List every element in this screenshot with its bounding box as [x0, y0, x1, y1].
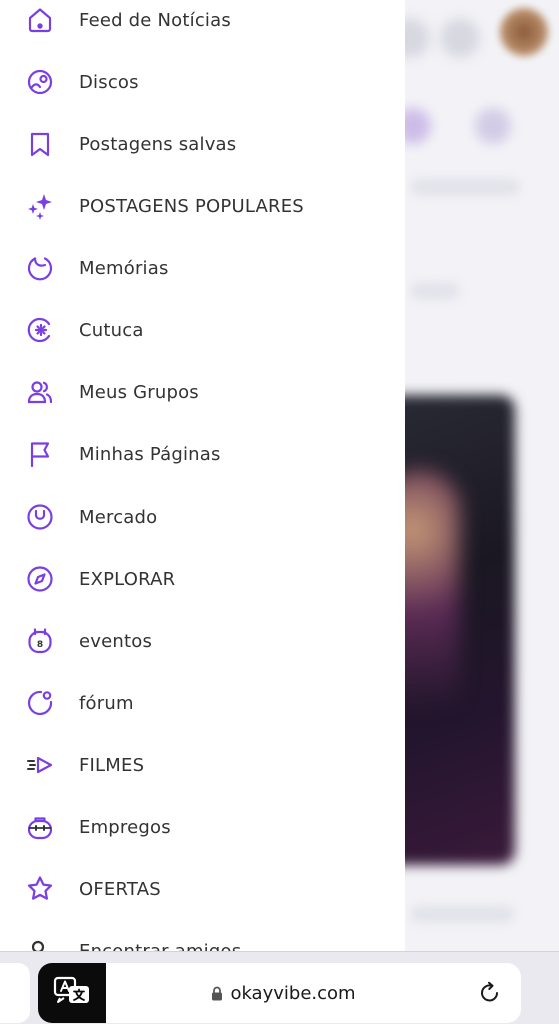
url-display[interactable]: okayvibe.com: [106, 963, 461, 1023]
home-icon: [26, 6, 54, 34]
menu-item-label: Discos: [79, 71, 139, 93]
menu-item-label: Minhas Páginas: [79, 443, 221, 465]
menu-item-label: Mercado: [79, 506, 158, 528]
flag-icon: [26, 440, 54, 468]
side-drawer-menu: Feed de Notícias Discos Postagens salvas: [0, 0, 405, 955]
menu-item-movies[interactable]: FILMES: [0, 738, 405, 792]
lock-icon: [212, 986, 223, 1000]
calendar-icon: 8: [26, 627, 54, 655]
sparkles-icon: [26, 192, 54, 220]
memories-icon: [26, 254, 54, 282]
menu-item-label: eventos: [79, 630, 153, 652]
offers-star-icon: [26, 875, 54, 903]
menu-item-my-groups[interactable]: Meus Grupos: [0, 365, 405, 419]
menu-item-label: EXPLORAR: [79, 568, 176, 590]
poke-icon: [26, 316, 54, 344]
menu-item-label: Empregos: [79, 816, 171, 838]
forum-icon: [26, 689, 54, 717]
translate-button[interactable]: [38, 963, 106, 1023]
previous-tab-edge[interactable]: [0, 963, 30, 1023]
menu-item-memories[interactable]: Memórias: [0, 241, 405, 295]
disc-icon: [26, 68, 54, 96]
menu-item-label: OFERTAS: [79, 878, 161, 900]
menu-item-label: Meus Grupos: [79, 381, 199, 403]
translate-icon: [53, 976, 91, 1010]
movies-icon: [26, 751, 54, 779]
menu-item-label: Postagens salvas: [79, 133, 237, 155]
bookmark-icon: [26, 130, 54, 158]
bg-blur-bar: [410, 282, 460, 300]
menu-item-label: Cutuca: [79, 319, 144, 341]
url-text: okayvibe.com: [230, 982, 356, 1004]
menu-item-news-feed[interactable]: Feed de Notícias: [0, 0, 405, 47]
market-bag-icon: [26, 503, 54, 531]
reload-button[interactable]: [474, 977, 506, 1009]
briefcase-icon: [26, 813, 54, 841]
menu-item-explore[interactable]: EXPLORAR: [0, 552, 405, 606]
menu-item-saved-posts[interactable]: Postagens salvas: [0, 117, 405, 171]
bg-blur-shape: [440, 18, 480, 58]
bg-avatar: [500, 8, 548, 56]
menu-item-discos[interactable]: Discos: [0, 55, 405, 109]
menu-item-events[interactable]: 8 eventos: [0, 614, 405, 668]
groups-icon: [26, 378, 54, 406]
bg-blur-bar: [410, 178, 520, 196]
menu-item-popular-posts[interactable]: POSTAGENS POPULARES: [0, 179, 405, 233]
menu-item-label: Memórias: [79, 257, 169, 279]
menu-item-my-pages[interactable]: Minhas Páginas: [0, 427, 405, 481]
menu-item-offers[interactable]: OFERTAS: [0, 862, 405, 916]
menu-item-label: Feed de Notícias: [79, 9, 231, 31]
reload-icon: [481, 981, 498, 1002]
menu-item-market[interactable]: Mercado: [0, 490, 405, 544]
menu-item-label: POSTAGENS POPULARES: [79, 195, 304, 217]
menu-item-poke[interactable]: Cutuca: [0, 303, 405, 357]
menu-item-jobs[interactable]: Empregos: [0, 800, 405, 854]
menu-item-forum[interactable]: fórum: [0, 676, 405, 730]
bg-blur-bar: [410, 905, 515, 923]
compass-icon: [26, 565, 54, 593]
svg-text:8: 8: [37, 640, 43, 650]
menu-item-label: fórum: [79, 692, 134, 714]
menu-item-label: FILMES: [79, 754, 145, 776]
bg-blur-shape: [475, 108, 511, 144]
